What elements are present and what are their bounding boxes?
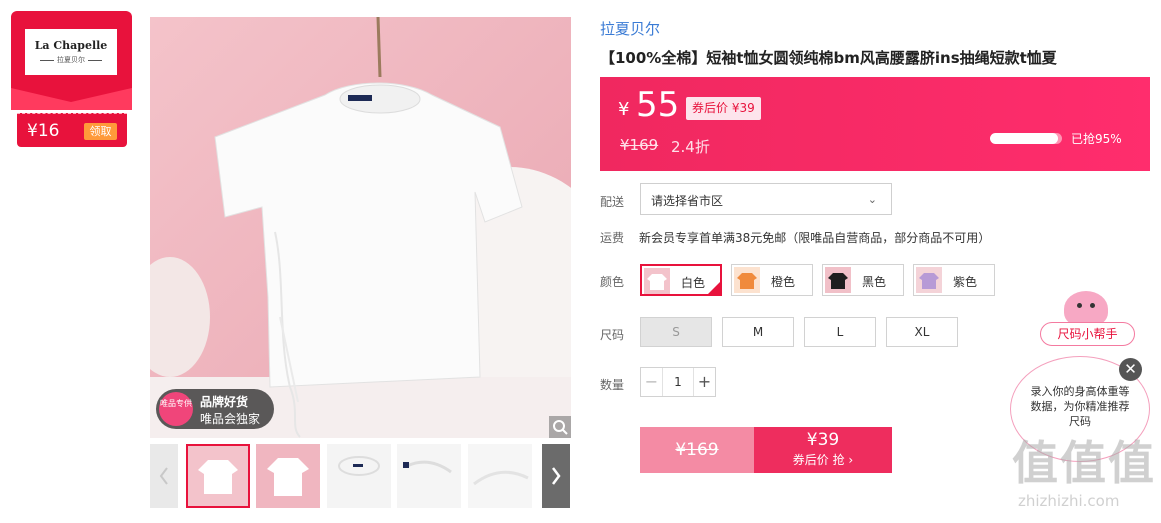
product-title: 【100%全棉】短袖t恤女圆领纯棉bm风高腰露脐ins抽绳短款t恤夏: [600, 49, 1057, 67]
watermark: 值值值 zhizhizhi.com: [1012, 440, 1160, 520]
selected-check-icon: [707, 281, 721, 295]
coupon-amount: ¥16: [27, 121, 60, 141]
sold-progress-fill: [990, 133, 1059, 144]
region-select-text: 请选择省市区: [651, 194, 724, 208]
thumbnail-4[interactable]: [397, 444, 461, 508]
color-swatch: [734, 267, 760, 293]
thumbnail-5[interactable]: [468, 444, 532, 508]
promo-line2: 唯品会独家: [200, 412, 261, 426]
sold-progress-text: 已抢95%: [1071, 132, 1122, 146]
buy-original-price[interactable]: ¥169: [640, 427, 754, 473]
color-swatch: [916, 267, 942, 293]
chevron-down-icon: ⌄: [867, 193, 877, 206]
zoom-button[interactable]: [549, 416, 571, 438]
thumbnail-image: [256, 444, 320, 508]
coupon-claim-button[interactable]: 领取: [84, 123, 117, 140]
badge-ribbon-notch: [11, 88, 132, 110]
thumbnail-image: [468, 444, 532, 508]
thumbnail-1[interactable]: [186, 444, 250, 508]
size-option-xl[interactable]: XL: [886, 317, 958, 347]
size-helper-label[interactable]: 尺码小帮手: [1040, 322, 1135, 346]
price-value: 55: [636, 85, 680, 125]
store-logo[interactable]: La Chapelle 拉夏贝尔: [25, 29, 117, 75]
main-product-image[interactable]: 唯品专供 品牌好货 唯品会独家: [150, 17, 571, 438]
promo-badge: 唯品专供 品牌好货 唯品会独家: [156, 389, 274, 429]
store-logo-name: La Chapelle: [34, 39, 108, 52]
original-price: ¥169: [620, 136, 659, 154]
store-badge[interactable]: La Chapelle 拉夏贝尔: [11, 11, 132, 110]
thumbnail-next-button[interactable]: [542, 444, 570, 508]
color-swatch: [644, 268, 670, 294]
thumbnail-image: [397, 444, 461, 508]
color-swatch: [825, 267, 851, 293]
color-option-purple[interactable]: 紫色: [913, 264, 995, 296]
magnifier-icon: [553, 420, 568, 435]
color-option-white[interactable]: 白色: [640, 264, 722, 296]
color-option-label: 黑色: [862, 275, 887, 289]
buy-coupon-label: 券后价 抢 ›: [792, 453, 854, 467]
after-coupon-tag: 券后价 ¥39: [686, 97, 761, 120]
thumbnail-image: [327, 444, 391, 508]
product-photo: [150, 17, 571, 438]
promo-circle: 唯品专供: [159, 392, 193, 426]
region-select[interactable]: 请选择省市区 ⌄: [640, 183, 892, 215]
mascot-eye: [1077, 303, 1082, 308]
close-icon[interactable]: ✕: [1119, 358, 1142, 381]
quantity-input[interactable]: 1: [663, 368, 693, 396]
sold-progress-bar: [990, 133, 1062, 144]
quantity-decrease-button[interactable]: −: [641, 368, 663, 396]
size-helper-text: 录入你的身高体重等数据，为你精准推荐尺码: [1030, 385, 1130, 428]
quantity-label: 数量: [600, 378, 625, 392]
watermark-logo: 值值值: [1012, 436, 1156, 490]
thumbnail-prev-button[interactable]: [150, 444, 178, 508]
delivery-label: 配送: [600, 195, 625, 209]
color-option-orange[interactable]: 橙色: [731, 264, 813, 296]
discount-rate: 2.4折: [671, 138, 710, 156]
thumbnail-2[interactable]: [256, 444, 320, 508]
store-coupon: ¥16 领取: [17, 113, 127, 147]
size-option-s[interactable]: S: [640, 317, 712, 347]
store-logo-sub: 拉夏贝尔: [25, 55, 117, 65]
chevron-left-icon: [159, 467, 168, 485]
buy-coupon-price: ¥39: [806, 430, 840, 450]
brand-link[interactable]: 拉夏贝尔: [600, 18, 660, 39]
shipping-label: 运费: [600, 231, 625, 245]
shipping-text: 新会员专享首单满38元免邮（限唯品自营商品，部分商品不可用）: [639, 231, 991, 245]
thumbnail-image: [188, 446, 248, 506]
price-currency: ¥: [618, 99, 630, 120]
watermark-url: zhizhizhi.com: [1018, 492, 1120, 510]
color-option-label: 白色: [681, 276, 706, 290]
thumbnail-3[interactable]: [327, 444, 391, 508]
chevron-right-icon: [552, 467, 561, 485]
size-option-l[interactable]: L: [804, 317, 876, 347]
color-option-black[interactable]: 黑色: [822, 264, 904, 296]
buy-with-coupon-button[interactable]: ¥39 券后价 抢 ›: [754, 427, 892, 473]
quantity-increase-button[interactable]: +: [693, 368, 715, 396]
color-label: 颜色: [600, 275, 625, 289]
size-label: 尺码: [600, 328, 625, 342]
quantity-stepper: − 1 +: [640, 367, 716, 397]
color-option-label: 紫色: [953, 275, 978, 289]
product-page: La Chapelle 拉夏贝尔 ¥16 领取 唯品专供 品牌好货 唯品会独家 …: [0, 0, 1161, 523]
price-panel: ¥ 55 券后价 ¥39 ¥169 2.4折 已抢95%: [600, 77, 1150, 171]
color-option-label: 橙色: [771, 275, 796, 289]
mascot-eye: [1090, 303, 1095, 308]
size-option-m[interactable]: M: [722, 317, 794, 347]
promo-line1: 品牌好货: [200, 395, 249, 409]
